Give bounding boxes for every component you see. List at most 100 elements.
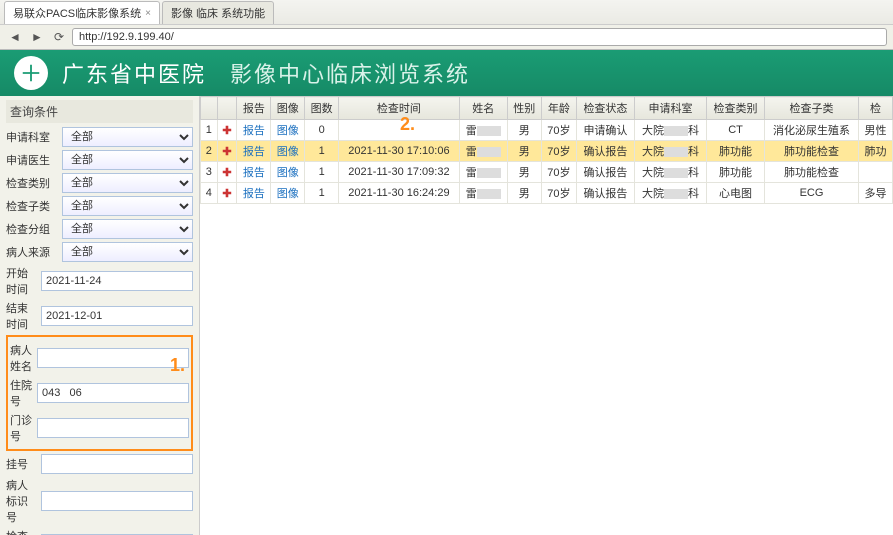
- cell-subtype: 肺功能检查: [765, 162, 859, 183]
- highlight-box-1: 1. 病人姓名 住院号 门诊号: [6, 335, 193, 451]
- col-category[interactable]: 检查类别: [707, 97, 765, 120]
- col-name[interactable]: 姓名: [459, 97, 507, 120]
- select-exam-subtype[interactable]: 全部: [62, 196, 193, 216]
- col-more[interactable]: 检: [859, 97, 893, 120]
- label-apply-dept: 申请科室: [6, 129, 58, 145]
- cell-name: 雷: [459, 141, 507, 162]
- cell-time: 2021-11-30 16:24:29: [339, 183, 460, 204]
- label-outpatient-no: 门诊号: [10, 412, 33, 444]
- image-link[interactable]: 图像: [271, 183, 305, 204]
- table-header: 报告 图像 图数 检查时间 姓名 性别 年龄 检查状态 申请科室 检查类别 检查…: [201, 97, 893, 120]
- expand-icon[interactable]: ✚: [217, 183, 237, 204]
- cell-sex: 男: [507, 120, 541, 141]
- cell-category: CT: [707, 120, 765, 141]
- select-patient-source[interactable]: 全部: [62, 242, 193, 262]
- select-exam-category[interactable]: 全部: [62, 173, 193, 193]
- back-icon[interactable]: ◄: [6, 28, 24, 46]
- cell-subtype: ECG: [765, 183, 859, 204]
- refresh-icon[interactable]: ⟳: [50, 28, 68, 46]
- table-row[interactable]: 2✚报告图像12021-11-30 17:10:06雷男70岁确认报告大院科肺功…: [201, 141, 893, 162]
- select-exam-group[interactable]: 全部: [62, 219, 193, 239]
- cell-age: 70岁: [541, 162, 576, 183]
- input-patient-id[interactable]: [41, 491, 193, 511]
- workspace: 查询条件 申请科室全部 申请医生全部 检查类别全部 检查子类全部 检查分组全部 …: [0, 96, 893, 535]
- system-name: 影像中心临床浏览系统: [230, 57, 470, 89]
- result-table: 报告 图像 图数 检查时间 姓名 性别 年龄 检查状态 申请科室 检查类别 检查…: [200, 96, 893, 204]
- col-age[interactable]: 年龄: [541, 97, 576, 120]
- col-count[interactable]: 图数: [305, 97, 339, 120]
- label-patient-id: 病人标识号: [6, 477, 37, 525]
- image-link[interactable]: 图像: [271, 162, 305, 183]
- label-inpatient-no: 住院号: [10, 377, 33, 409]
- cell-sex: 男: [507, 183, 541, 204]
- cell-name: 雷: [459, 183, 507, 204]
- result-area: 2. 报告 图像 图数 检查时间 姓名 性别 年龄 检查状态 申请科室 检查类别…: [200, 96, 893, 535]
- input-outpatient-no[interactable]: [37, 418, 189, 438]
- table-row[interactable]: 3✚报告图像12021-11-30 17:09:32雷男70岁确认报告大院科肺功…: [201, 162, 893, 183]
- hospital-name: 广东省中医院: [62, 57, 206, 89]
- select-apply-dept[interactable]: 全部: [62, 127, 193, 147]
- cell-dept: 大院科: [634, 120, 706, 141]
- report-link[interactable]: 报告: [237, 141, 271, 162]
- expand-icon[interactable]: ✚: [217, 162, 237, 183]
- col-status[interactable]: 检查状态: [576, 97, 634, 120]
- input-inpatient-no[interactable]: [37, 383, 189, 403]
- cell-sex: 男: [507, 162, 541, 183]
- cell-subtype: 消化泌尿生殖系: [765, 120, 859, 141]
- col-image[interactable]: 图像: [271, 97, 305, 120]
- cell-time: [339, 120, 460, 141]
- cell-category: 心电图: [707, 183, 765, 204]
- report-link[interactable]: 报告: [237, 162, 271, 183]
- expand-icon[interactable]: ✚: [217, 141, 237, 162]
- col-subtype[interactable]: 检查子类: [765, 97, 859, 120]
- image-link[interactable]: 图像: [271, 120, 305, 141]
- cell-time: 2021-11-30 17:09:32: [339, 162, 460, 183]
- cell-more: 男性: [859, 120, 893, 141]
- cell-category: 肺功能: [707, 141, 765, 162]
- cell-count: 0: [305, 120, 339, 141]
- col-idx: [201, 97, 218, 120]
- input-start-time[interactable]: [41, 271, 193, 291]
- col-report[interactable]: 报告: [237, 97, 271, 120]
- cell-name: 雷: [459, 120, 507, 141]
- label-patient-name: 病人姓名: [10, 342, 33, 374]
- label-exam-group: 检查分组: [6, 221, 58, 237]
- forward-icon[interactable]: ►: [28, 28, 46, 46]
- cell-dept: 大院科: [634, 162, 706, 183]
- cell-idx: 3: [201, 162, 218, 183]
- image-link[interactable]: 图像: [271, 141, 305, 162]
- cell-age: 70岁: [541, 120, 576, 141]
- table-row[interactable]: 1✚报告图像0雷男70岁申请确认大院科CT消化泌尿生殖系男性: [201, 120, 893, 141]
- hospital-logo-icon: [14, 56, 48, 90]
- cell-dept: 大院科: [634, 141, 706, 162]
- cell-category: 肺功能: [707, 162, 765, 183]
- cell-count: 1: [305, 183, 339, 204]
- tab-title: 易联众PACS临床影像系统: [13, 5, 141, 21]
- browser-tab-active[interactable]: 易联众PACS临床影像系统 ×: [4, 1, 160, 24]
- table-row[interactable]: 4✚报告图像12021-11-30 16:24:29雷男70岁确认报告大院科心电…: [201, 183, 893, 204]
- report-link[interactable]: 报告: [237, 183, 271, 204]
- cell-age: 70岁: [541, 141, 576, 162]
- cell-status: 确认报告: [576, 141, 634, 162]
- input-patient-name[interactable]: [37, 348, 189, 368]
- browser-chrome: 易联众PACS临床影像系统 × 影像 临床 系统功能 ◄ ► ⟳ http://…: [0, 0, 893, 50]
- table-body: 1✚报告图像0雷男70岁申请确认大院科CT消化泌尿生殖系男性2✚报告图像1202…: [201, 120, 893, 204]
- col-dept[interactable]: 申请科室: [634, 97, 706, 120]
- report-link[interactable]: 报告: [237, 120, 271, 141]
- input-reg-no[interactable]: [41, 454, 193, 474]
- col-time[interactable]: 检查时间: [339, 97, 460, 120]
- app-banner: 广东省中医院 影像中心临床浏览系统: [0, 50, 893, 96]
- cell-count: 1: [305, 141, 339, 162]
- label-apply-doctor: 申请医生: [6, 152, 58, 168]
- browser-tab-inactive[interactable]: 影像 临床 系统功能: [162, 1, 274, 24]
- cell-status: 确认报告: [576, 183, 634, 204]
- tab-bar: 易联众PACS临床影像系统 × 影像 临床 系统功能: [0, 0, 893, 24]
- cell-name: 雷: [459, 162, 507, 183]
- input-end-time[interactable]: [41, 306, 193, 326]
- select-apply-doctor[interactable]: 全部: [62, 150, 193, 170]
- cell-dept: 大院科: [634, 183, 706, 204]
- url-input[interactable]: http://192.9.199.40/: [72, 28, 887, 46]
- close-icon[interactable]: ×: [145, 8, 151, 19]
- expand-icon[interactable]: ✚: [217, 120, 237, 141]
- col-sex[interactable]: 性别: [507, 97, 541, 120]
